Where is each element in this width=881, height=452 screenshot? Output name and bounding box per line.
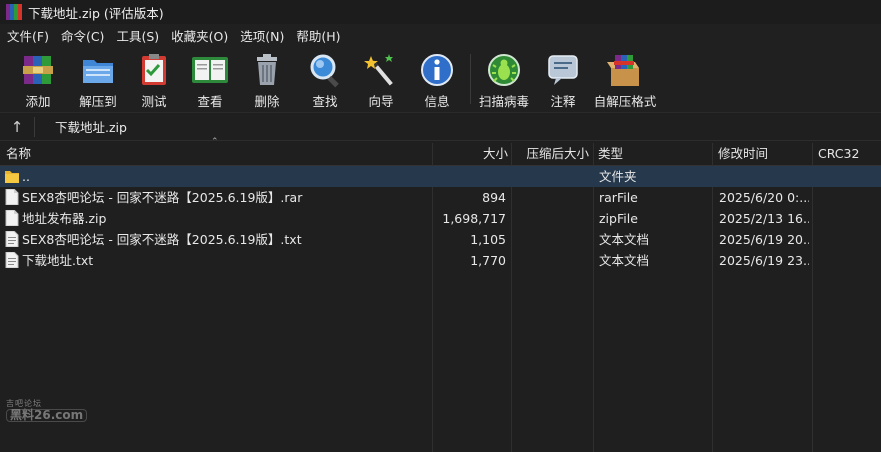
- menu-favorites[interactable]: 收藏夹(O): [166, 26, 233, 45]
- add-button[interactable]: 添加: [10, 46, 66, 110]
- file-packed-size: [513, 208, 587, 229]
- extract-to-label: 解压到: [79, 94, 117, 109]
- file-size: 1,770: [470, 253, 506, 268]
- table-row[interactable]: SEX8杏吧论坛 - 回家不迷路【2025.6.19版】.txt 1,105 文…: [0, 229, 881, 250]
- info-icon: [417, 50, 457, 89]
- file-type: rarFile: [599, 190, 638, 205]
- sfx-label: 自解压格式: [593, 94, 657, 109]
- watermark-bottom: 黑料26.com: [6, 409, 88, 422]
- menu-options[interactable]: 选项(N): [235, 26, 289, 45]
- address-path[interactable]: 下载地址.zip: [55, 114, 881, 139]
- column-packed-size[interactable]: 压缩后大小: [513, 143, 589, 165]
- column-modified[interactable]: 修改时间: [718, 143, 808, 165]
- file-type: zipFile: [599, 211, 638, 226]
- file-modified: [719, 166, 809, 187]
- folder-icon: [5, 171, 19, 183]
- sfx-icon: [605, 50, 645, 89]
- menu-bar: 文件(F) 命令(C) 工具(S) 收藏夹(O) 选项(N) 帮助(H): [0, 24, 881, 46]
- address-bar: ↑ 下载地址.zip: [0, 113, 881, 141]
- watermark: 吉吧论坛 黑料26.com: [6, 398, 88, 422]
- file-crc: [818, 250, 878, 271]
- toolbar-separator: [470, 54, 471, 104]
- file-modified: 2025/2/13 16...: [719, 211, 809, 226]
- delete-button[interactable]: 删除: [242, 46, 292, 110]
- column-type[interactable]: 类型: [598, 143, 708, 165]
- table-row[interactable]: SEX8杏吧论坛 - 回家不迷路【2025.6.19版】.rar 894 rar…: [0, 187, 881, 208]
- winrar-app-icon: [6, 4, 22, 20]
- file-crc: [818, 166, 878, 187]
- file-crc: [818, 229, 878, 250]
- menu-file[interactable]: 文件(F): [2, 26, 54, 45]
- title-bar: 下载地址.zip (评估版本): [0, 0, 881, 24]
- column-size[interactable]: 大小: [434, 143, 508, 165]
- wizard-button[interactable]: 向导: [354, 46, 408, 110]
- find-icon: [305, 50, 345, 89]
- virus-scan-icon: [484, 50, 524, 89]
- file-size: 1,698,717: [442, 211, 506, 226]
- file-modified: 2025/6/19 20...: [719, 232, 809, 247]
- file-modified: 2025/6/20 0:...: [719, 190, 809, 205]
- table-row[interactable]: .. 文件夹: [0, 166, 881, 187]
- menu-commands[interactable]: 命令(C): [56, 26, 109, 45]
- address-separator: [34, 116, 35, 137]
- text-file-icon: [5, 252, 19, 268]
- file-name: ..: [22, 169, 30, 184]
- file-crc: [818, 208, 878, 229]
- wizard-icon: [361, 50, 401, 89]
- window-title: 下载地址.zip (评估版本): [28, 5, 164, 21]
- extract-to-icon: [78, 50, 118, 89]
- view-label: 查看: [197, 94, 223, 109]
- file-modified: 2025/6/19 23...: [719, 253, 809, 268]
- info-button[interactable]: 信息: [410, 46, 464, 110]
- file-type: 文本文档: [599, 232, 650, 247]
- sfx-button[interactable]: 自解压格式: [593, 46, 657, 110]
- find-label: 查找: [312, 94, 338, 109]
- file-name: 下载地址.txt: [22, 253, 94, 268]
- test-button[interactable]: 测试: [128, 46, 180, 110]
- file-name: 地址发布器.zip: [22, 211, 107, 226]
- menu-tools[interactable]: 工具(S): [111, 26, 164, 45]
- delete-label: 删除: [254, 94, 280, 109]
- add-label: 添加: [25, 94, 51, 109]
- file-name: SEX8杏吧论坛 - 回家不迷路【2025.6.19版】.txt: [22, 232, 302, 247]
- file-packed-size: [513, 229, 587, 250]
- delete-icon: [247, 50, 287, 89]
- column-header: ⌃ 名称 大小 压缩后大小 类型 修改时间 CRC32: [0, 137, 881, 166]
- wizard-label: 向导: [368, 94, 394, 109]
- file-packed-size: [513, 187, 587, 208]
- file-type: 文件夹: [599, 169, 637, 184]
- file-icon: [5, 189, 19, 205]
- extract-to-button[interactable]: 解压到: [70, 46, 126, 110]
- file-packed-size: [513, 250, 587, 271]
- up-arrow-icon[interactable]: ↑: [0, 113, 34, 140]
- file-crc: [818, 187, 878, 208]
- comment-label: 注释: [550, 94, 576, 109]
- table-row[interactable]: 下载地址.txt 1,770 文本文档 2025/6/19 23...: [0, 250, 881, 271]
- virus-scan-button[interactable]: 扫描病毒: [477, 46, 531, 110]
- info-label: 信息: [424, 94, 450, 109]
- virus-scan-label: 扫描病毒: [478, 94, 529, 109]
- view-button[interactable]: 查看: [182, 46, 238, 110]
- column-name[interactable]: 名称: [6, 143, 426, 165]
- test-label: 测试: [141, 94, 167, 109]
- file-type: 文本文档: [599, 253, 650, 268]
- view-icon: [190, 50, 230, 89]
- test-icon: [134, 50, 174, 89]
- file-size: 894: [482, 190, 506, 205]
- comment-button[interactable]: 注释: [539, 46, 587, 110]
- file-size: 1,105: [470, 232, 506, 247]
- column-crc32[interactable]: CRC32: [818, 143, 878, 165]
- add-archive-icon: [18, 50, 58, 89]
- toolbar: 添加 解压到 测试 查看 删除 查找 向导 信息 扫描病毒 注释 自解压格式: [0, 46, 881, 113]
- comment-icon: [543, 50, 583, 89]
- file-packed-size: [513, 166, 587, 187]
- file-size: [434, 166, 506, 187]
- menu-help[interactable]: 帮助(H): [291, 26, 345, 45]
- table-row[interactable]: 地址发布器.zip 1,698,717 zipFile 2025/2/13 16…: [0, 208, 881, 229]
- file-icon: [5, 210, 19, 226]
- text-file-icon: [5, 231, 19, 247]
- file-name: SEX8杏吧论坛 - 回家不迷路【2025.6.19版】.rar: [22, 190, 303, 205]
- find-button[interactable]: 查找: [298, 46, 352, 110]
